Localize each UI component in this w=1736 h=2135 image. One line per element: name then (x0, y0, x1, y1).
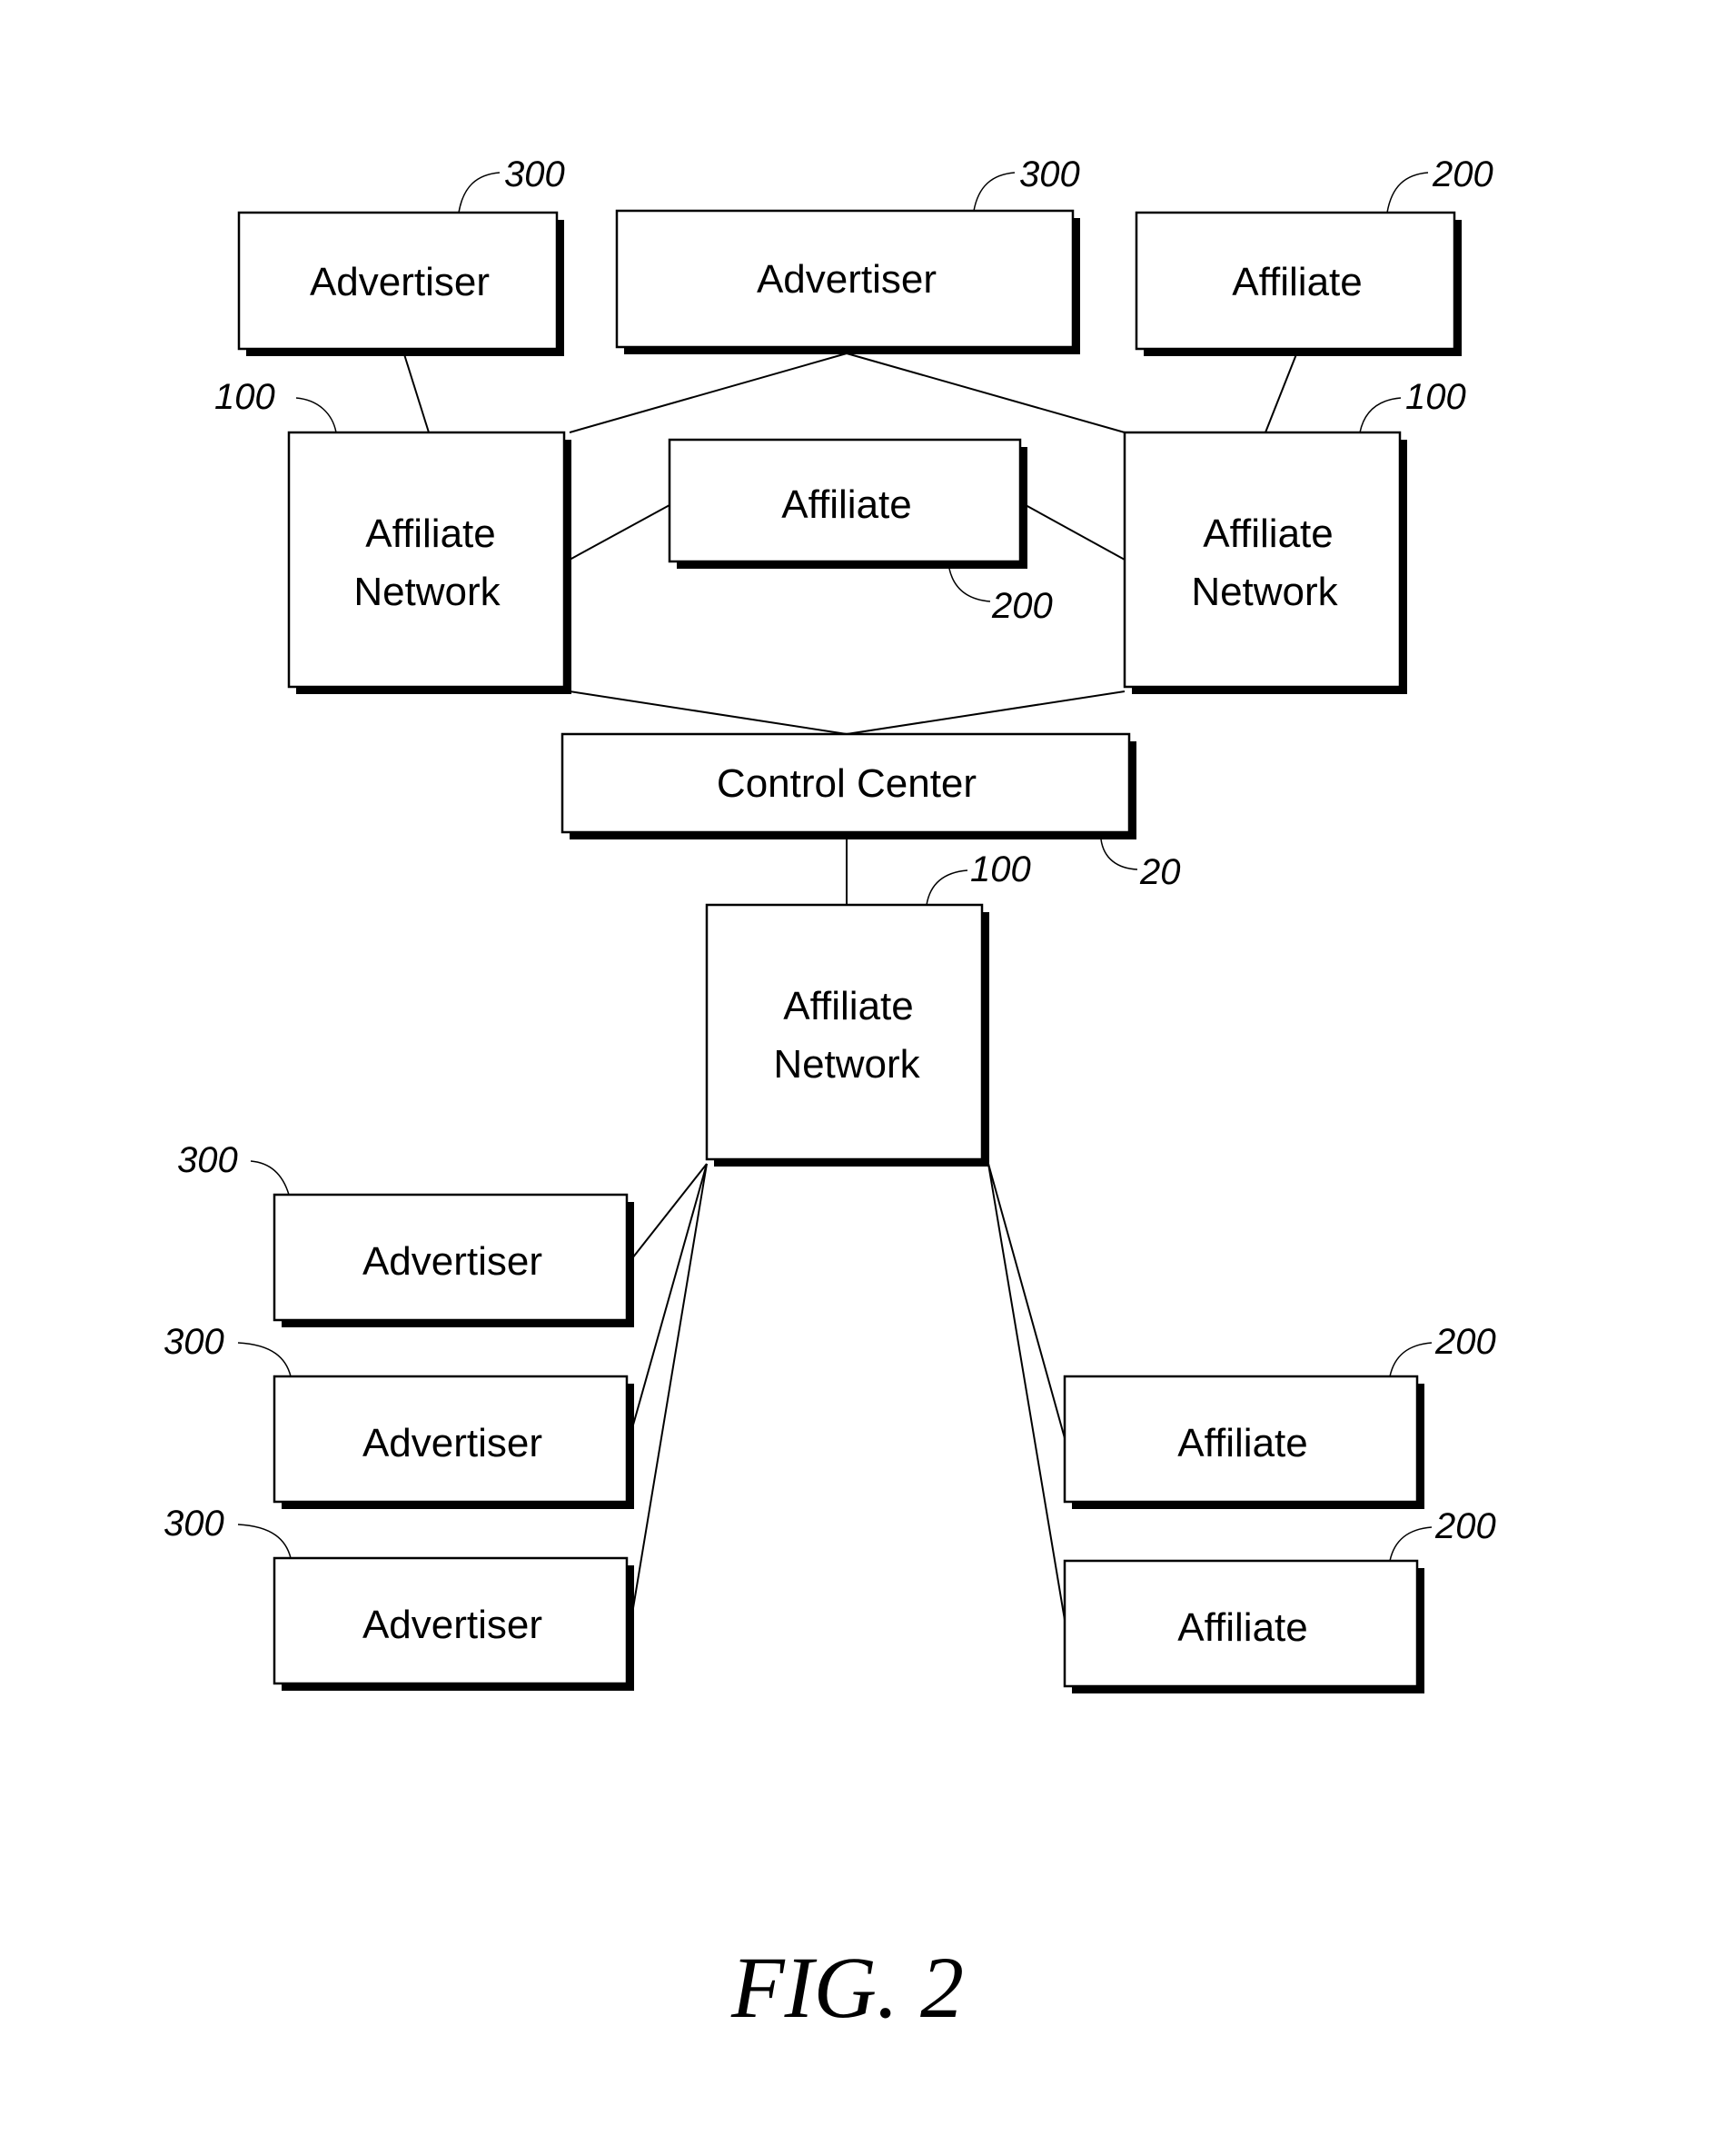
affiliate-network-box-right: Affiliate Network 100 (1123, 377, 1466, 694)
reference-number: 200 (1434, 1322, 1496, 1362)
connector-adv-top-center-to-net-left (569, 353, 848, 433)
connector-aff-top-right-to-net-right (1265, 353, 1297, 433)
affiliate-box-bottom-2: Affiliate 200 (1063, 1506, 1496, 1693)
affiliate-network-box-bottom: Affiliate Network 100 (705, 849, 1031, 1167)
reference-number: 300 (164, 1322, 224, 1362)
reference-leader (973, 172, 1016, 212)
reference-leader (1359, 397, 1402, 433)
advertiser-box-top-center: Advertiser 300 (615, 154, 1080, 354)
advertiser-box-bottom-2: Advertiser 300 (164, 1322, 634, 1509)
reference-leader (458, 172, 501, 214)
reference-number: 100 (970, 849, 1031, 889)
network-label-line2: Network (773, 1042, 920, 1087)
reference-leader (1389, 1526, 1433, 1562)
control-center-box: Control Center 20 (560, 732, 1181, 892)
network-label-line1: Affiliate (365, 511, 496, 556)
connector-net-bottom-to-aff-2 (987, 1163, 1066, 1621)
reference-leader (237, 1524, 292, 1559)
reference-leader (1386, 172, 1429, 214)
reference-number: 200 (991, 586, 1053, 626)
reference-number: 300 (164, 1504, 224, 1544)
reference-number: 100 (1405, 377, 1466, 417)
reference-number: 300 (177, 1140, 238, 1180)
affiliate-label: Affiliate (1232, 260, 1363, 304)
connector-net-bottom-to-adv-1 (631, 1163, 708, 1259)
reference-number: 300 (504, 154, 565, 194)
affiliate-box-bottom-1: Affiliate 200 (1063, 1322, 1496, 1509)
network-label-line2: Network (353, 570, 501, 614)
reference-number: 200 (1434, 1506, 1496, 1546)
control-center-label: Control Center (717, 761, 977, 806)
network-label-line1: Affiliate (783, 984, 914, 1028)
connector-adv-top-center-to-net-right (846, 353, 1126, 433)
reference-number: 200 (1432, 154, 1493, 194)
affiliate-label: Affiliate (781, 482, 912, 527)
advertiser-label: Advertiser (757, 257, 937, 302)
affiliate-label: Affiliate (1177, 1421, 1308, 1465)
advertiser-box-top-left: Advertiser 300 (237, 154, 565, 356)
advertiser-label: Advertiser (362, 1421, 542, 1465)
connector-aff-center-to-net-left (569, 504, 670, 561)
reference-number: 100 (214, 377, 275, 417)
advertiser-box-bottom-1: Advertiser 300 (177, 1140, 634, 1327)
reference-leader (948, 568, 991, 602)
connector-adv-top-left-to-net-left (403, 353, 430, 433)
reference-leader (1100, 839, 1138, 870)
advertiser-label: Advertiser (362, 1603, 542, 1647)
affiliate-label: Affiliate (1177, 1605, 1308, 1650)
advertiser-label: Advertiser (362, 1239, 542, 1284)
reference-number: 300 (1019, 154, 1080, 194)
affiliate-box-top-right: Affiliate 200 (1135, 154, 1493, 356)
reference-leader (1389, 1342, 1433, 1377)
affiliate-network-box-left: Affiliate Network 100 (214, 377, 571, 694)
reference-leader (926, 869, 968, 906)
reference-leader (237, 1342, 292, 1377)
connector-net-right-to-control (846, 690, 1126, 735)
network-diagram: Advertiser 300 Advertiser 300 Affiliate … (164, 154, 1496, 2036)
affiliate-box-center: Affiliate 200 (668, 438, 1053, 626)
reference-leader (250, 1160, 290, 1196)
network-label-line1: Affiliate (1203, 511, 1334, 556)
reference-number: 20 (1139, 852, 1181, 892)
connector-net-left-to-control (569, 690, 848, 735)
reference-leader (295, 397, 337, 433)
advertiser-label: Advertiser (310, 260, 490, 304)
advertiser-box-bottom-3: Advertiser 300 (164, 1504, 634, 1691)
connector-aff-center-to-net-right (1025, 504, 1126, 561)
figure-label: FIG. 2 (730, 1939, 964, 2036)
network-label-line2: Network (1191, 570, 1338, 614)
